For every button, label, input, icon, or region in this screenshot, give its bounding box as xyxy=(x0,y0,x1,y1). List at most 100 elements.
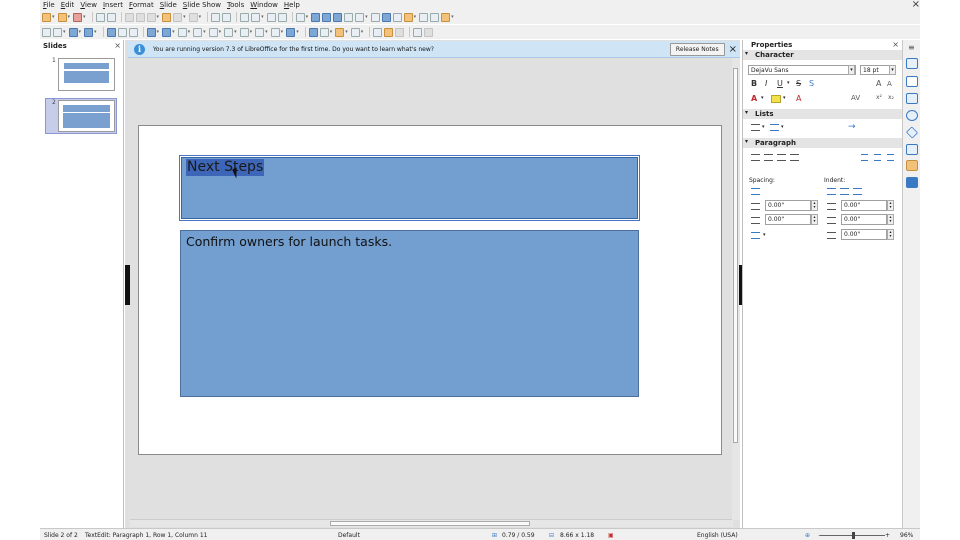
undo-icon[interactable] xyxy=(173,12,183,22)
underline-dropdown-icon[interactable]: ▾ xyxy=(787,80,790,86)
subscript-icon[interactable]: x₂ xyxy=(888,94,894,101)
fontwork-icon[interactable] xyxy=(370,12,380,22)
grow-font-icon[interactable]: A xyxy=(876,79,881,88)
slide-layout-icon[interactable] xyxy=(441,12,451,22)
flowchart-icon[interactable] xyxy=(239,27,249,37)
align-bottom-icon[interactable] xyxy=(887,154,894,161)
font-name-box[interactable]: DejaVu Sans xyxy=(748,65,856,75)
navigator-icon[interactable] xyxy=(906,160,918,171)
shrink-font-icon[interactable]: A xyxy=(887,80,892,88)
character-spacing-icon[interactable]: AV xyxy=(851,94,860,102)
master-slides-icon[interactable] xyxy=(906,110,918,121)
text-box-icon[interactable] xyxy=(344,12,354,22)
sidebar-menu-icon[interactable]: ≡ xyxy=(908,43,915,52)
find-replace-icon[interactable] xyxy=(211,12,221,22)
unordered-list-dropdown-icon[interactable]: ▾ xyxy=(762,124,765,130)
fit-slide-icon[interactable]: ⊕ xyxy=(805,532,810,539)
zoom-level[interactable]: 96% xyxy=(900,532,913,539)
glue-points-icon[interactable] xyxy=(424,27,434,37)
align-icon[interactable] xyxy=(319,27,329,37)
shadow-button[interactable]: S xyxy=(809,79,814,88)
highlight-color-icon[interactable] xyxy=(771,95,781,103)
align-left-icon[interactable] xyxy=(751,154,760,161)
open-icon[interactable] xyxy=(57,12,67,22)
menu-help[interactable]: Help xyxy=(284,1,300,9)
infobar-close-button[interactable]: × xyxy=(729,44,737,55)
document-modified-icon[interactable]: ▣ xyxy=(608,532,614,539)
content-text[interactable]: Confirm owners for launch tasks. xyxy=(186,233,392,250)
menu-window[interactable]: Window xyxy=(250,1,278,9)
spelling-icon[interactable] xyxy=(222,12,232,22)
center-vertically-icon[interactable] xyxy=(874,154,881,161)
distribute-icon[interactable] xyxy=(350,27,360,37)
export-pdf-icon[interactable] xyxy=(95,12,105,22)
duplicate-slide-icon[interactable] xyxy=(430,12,440,22)
paste-icon[interactable] xyxy=(146,12,156,22)
highlight-dropdown-icon[interactable]: ▾ xyxy=(783,95,786,101)
clone-formatting-icon[interactable] xyxy=(162,12,172,22)
below-spacing-spinner-icon[interactable]: ▴ ▾ xyxy=(811,214,818,225)
font-color-icon[interactable]: A xyxy=(751,94,757,103)
comment-icon[interactable] xyxy=(392,12,402,22)
menu-slide-show[interactable]: Slide Show xyxy=(183,1,221,9)
properties-close-button[interactable]: × xyxy=(892,40,899,49)
stars-icon[interactable] xyxy=(270,27,280,37)
before-indent-spinner-icon[interactable]: ▴ ▾ xyxy=(887,200,894,211)
slides-pane-collapse-handle[interactable] xyxy=(125,265,130,305)
points-icon[interactable] xyxy=(413,27,423,37)
connectors-icon[interactable] xyxy=(177,27,187,37)
styles-icon[interactable] xyxy=(905,126,919,139)
line-icon[interactable] xyxy=(106,27,116,37)
master-slide-status[interactable]: Default xyxy=(338,532,360,539)
select-icon[interactable] xyxy=(42,27,51,37)
underline-button[interactable]: U xyxy=(777,79,783,88)
crop-icon[interactable] xyxy=(384,27,394,37)
menu-format[interactable]: Format xyxy=(129,1,154,9)
line-spacing-dropdown-icon[interactable] xyxy=(751,232,760,239)
above-spacing-spinner-icon[interactable]: ▴ ▾ xyxy=(811,200,818,211)
master-slide-icon[interactable] xyxy=(266,12,276,22)
before-text-indent-field[interactable]: 0.00" xyxy=(841,200,887,211)
window-close-button[interactable]: × xyxy=(912,0,920,10)
table-icon[interactable] xyxy=(295,12,305,22)
after-indent-spinner-icon[interactable]: ▴ ▾ xyxy=(887,214,894,225)
basic-shapes-icon[interactable] xyxy=(193,27,203,37)
align-center-icon[interactable] xyxy=(764,154,773,161)
block-arrows-icon[interactable] xyxy=(224,27,234,37)
new-icon[interactable] xyxy=(42,12,51,22)
align-top-icon[interactable] xyxy=(861,154,868,161)
symbol-shapes-icon[interactable] xyxy=(208,27,218,37)
release-notes-button[interactable]: Release Notes xyxy=(669,42,725,56)
superscript-icon[interactable]: x² xyxy=(876,94,882,101)
hanging-indent-icon[interactable] xyxy=(853,188,862,195)
animation-icon[interactable] xyxy=(906,93,918,104)
below-paragraph-spacing-field[interactable]: 0.00" xyxy=(765,214,811,225)
strikethrough-button[interactable]: S xyxy=(796,79,801,88)
content-textbox[interactable]: Confirm owners for launch tasks. xyxy=(180,230,639,397)
redo-icon[interactable] xyxy=(188,12,198,22)
zoom-in-icon[interactable]: + xyxy=(885,532,890,539)
zoom-icon[interactable] xyxy=(53,27,62,37)
collapse-arrow-icon[interactable]: ▾ xyxy=(745,138,748,145)
filter-icon[interactable] xyxy=(395,27,405,37)
collapse-arrow-icon[interactable]: ▾ xyxy=(745,109,748,116)
after-text-indent-field[interactable]: 0.00" xyxy=(841,214,887,225)
decrease-indent-icon[interactable] xyxy=(840,188,849,195)
slide-2-thumbnail[interactable] xyxy=(58,100,115,132)
callouts-icon[interactable] xyxy=(255,27,265,37)
unordered-list-icon[interactable] xyxy=(751,124,760,131)
shapes-icon[interactable] xyxy=(906,177,918,188)
collapse-arrow-icon[interactable]: ▾ xyxy=(745,50,748,57)
cut-icon[interactable] xyxy=(124,12,134,22)
clear-formatting-icon[interactable]: A xyxy=(796,94,801,103)
properties-deck-icon[interactable] xyxy=(906,58,918,69)
fill-color-icon[interactable] xyxy=(84,27,94,37)
font-name-dropdown-icon[interactable]: ▾ xyxy=(848,65,855,75)
arrange-icon[interactable] xyxy=(335,27,345,37)
menu-slide[interactable]: Slide xyxy=(160,1,177,9)
menu-file[interactable]: File xyxy=(43,1,55,9)
curves-icon[interactable] xyxy=(162,27,172,37)
menu-tools[interactable]: Tools xyxy=(227,1,244,9)
3d-objects-icon[interactable] xyxy=(286,27,296,37)
horizontal-scrollbar[interactable] xyxy=(130,519,733,527)
